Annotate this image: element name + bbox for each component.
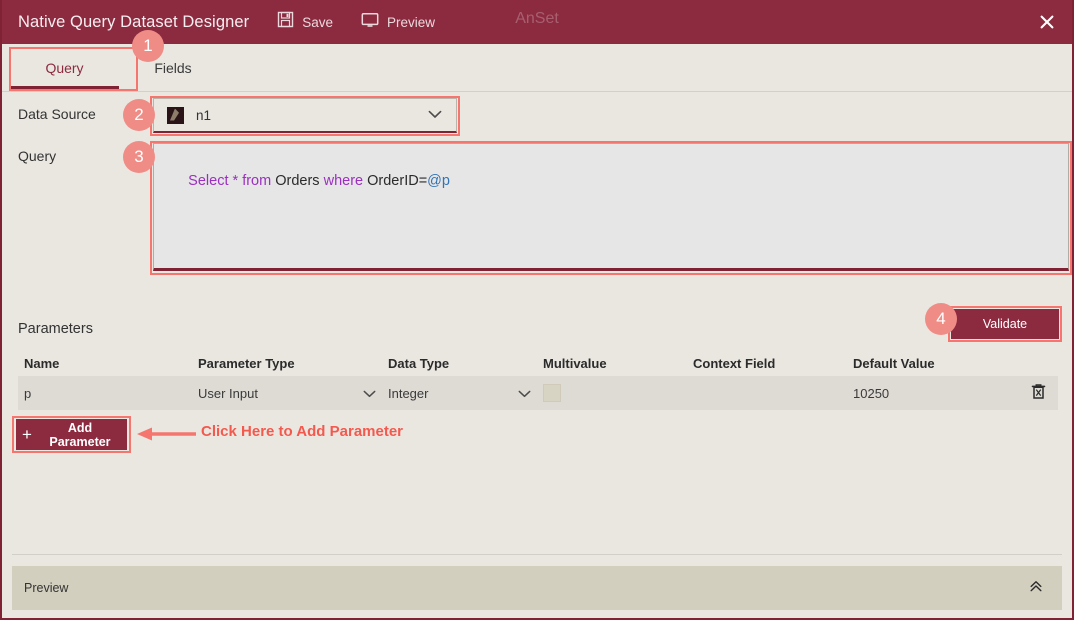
multivalue-cell [543, 384, 693, 402]
parameters-section-label: Parameters [18, 321, 93, 337]
annotation-badge-2: 2 [123, 99, 155, 131]
multivalue-checkbox[interactable] [543, 384, 561, 402]
query-label: Query [18, 148, 56, 164]
save-button-label: Save [302, 15, 333, 30]
sql-token-where: where [324, 173, 364, 189]
parameter-type-cell: User Input [198, 381, 388, 405]
sql-token-parameter: @p [427, 173, 450, 189]
trash-icon[interactable] [1031, 383, 1046, 403]
row-actions-cell [1018, 383, 1058, 403]
datasource-label: Data Source [18, 106, 96, 122]
table-header-row: Name Parameter Type Data Type Multivalue… [18, 350, 1058, 376]
parameter-name-cell[interactable]: p [18, 386, 198, 401]
double-chevron-up-icon[interactable] [1028, 578, 1044, 599]
parameter-type-select[interactable]: User Input [198, 381, 386, 405]
window-title: Native Query Dataset Designer [18, 13, 249, 32]
annotation-callout-text: Click Here to Add Parameter [201, 423, 403, 440]
tab-strip: Query Fields [2, 44, 1072, 92]
datasource-selected-value: n1 [196, 108, 211, 123]
add-parameter-button[interactable]: + Add Parameter [16, 419, 127, 450]
close-button[interactable] [1028, 4, 1066, 40]
column-header-default-value: Default Value [853, 356, 1018, 371]
sql-token-column: OrderID= [367, 173, 427, 189]
title-bar-actions: Save Preview [273, 8, 439, 36]
close-icon [1039, 14, 1055, 30]
column-header-data-type: Data Type [388, 356, 543, 371]
query-text: Select * from Orders where OrderID=@p [164, 152, 1058, 211]
annotation-badge-3: 3 [123, 141, 155, 173]
parameters-table: Name Parameter Type Data Type Multivalue… [18, 350, 1058, 410]
monitor-icon [361, 12, 379, 33]
preview-button-label: Preview [387, 15, 435, 30]
sql-token-table: Orders [275, 173, 319, 189]
data-type-select[interactable]: Integer [388, 381, 541, 405]
table-row: p User Input Integer [18, 376, 1058, 410]
chevron-down-icon [428, 106, 442, 124]
native-query-dataset-designer-window: Native Query Dataset Designer Save [0, 0, 1074, 620]
add-parameter-label: Add Parameter [39, 421, 121, 449]
preview-drawer[interactable]: Preview [12, 566, 1062, 610]
save-button[interactable]: Save [273, 8, 337, 36]
tab-fields-label: Fields [154, 60, 191, 76]
default-value-cell[interactable]: 10250 [853, 386, 1018, 401]
data-type-value: Integer [388, 386, 428, 401]
chevron-down-icon [363, 386, 376, 401]
sql-token-from: from [242, 173, 271, 189]
tab-query[interactable]: Query [2, 44, 127, 91]
title-bar: Native Query Dataset Designer Save [2, 0, 1072, 44]
chevron-down-icon [518, 386, 531, 401]
data-type-cell: Integer [388, 381, 543, 405]
validate-button[interactable]: Validate [951, 309, 1059, 339]
preview-drawer-label: Preview [24, 581, 68, 595]
preview-button[interactable]: Preview [357, 9, 439, 36]
column-header-multivalue: Multivalue [543, 356, 693, 371]
preview-separator [12, 554, 1062, 555]
column-header-name: Name [18, 356, 198, 371]
column-header-context-field: Context Field [693, 356, 853, 371]
sql-token-keyword: Select [188, 173, 228, 189]
tab-fields[interactable]: Fields [127, 44, 219, 91]
column-header-parameter-type: Parameter Type [198, 356, 388, 371]
floppy-disk-icon [277, 11, 294, 33]
datasource-select[interactable]: n1 [153, 98, 457, 133]
tab-query-label: Query [45, 60, 83, 76]
annotation-arrow-icon [136, 426, 198, 447]
plus-icon: + [22, 426, 32, 443]
query-input[interactable]: Select * from Orders where OrderID=@p [153, 143, 1069, 271]
database-connection-icon [167, 107, 184, 124]
parameter-type-value: User Input [198, 386, 258, 401]
